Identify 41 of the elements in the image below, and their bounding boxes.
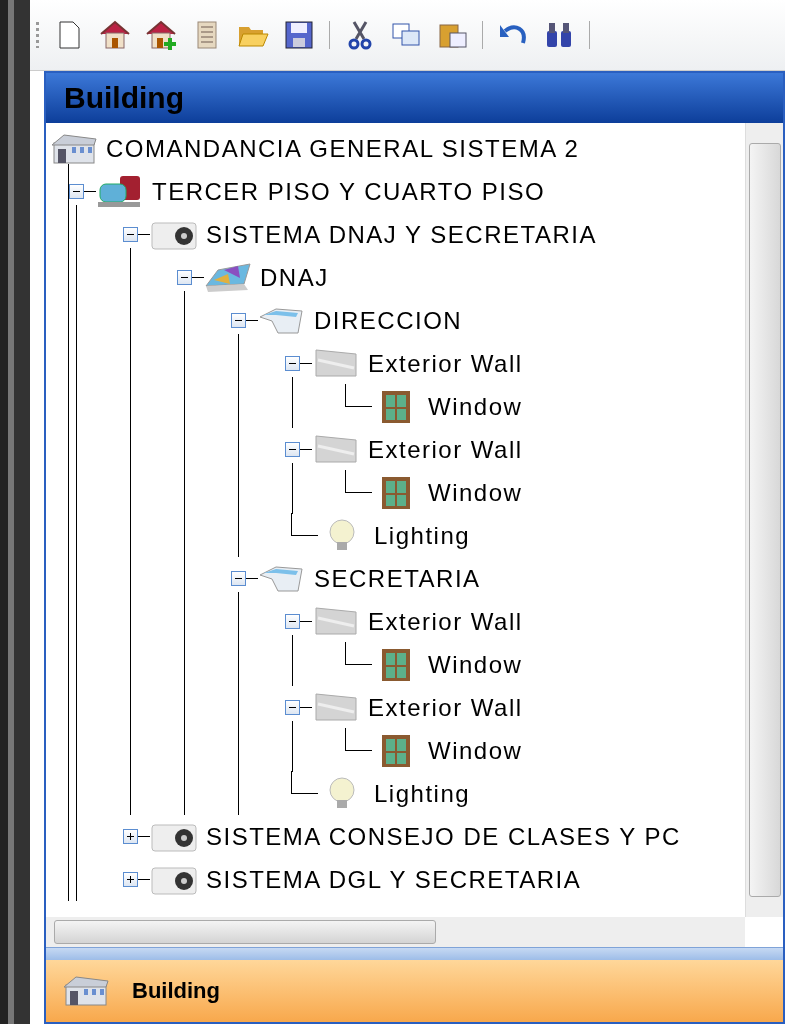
collapse-icon[interactable] xyxy=(69,184,84,199)
navigation-bar[interactable]: Building xyxy=(46,960,783,1022)
tree-item[interactable]: TERCER PISO Y CUARTO PISO xyxy=(152,177,546,206)
house-icon[interactable] xyxy=(99,19,131,51)
collapse-icon[interactable] xyxy=(285,614,300,629)
tree-item[interactable]: Window xyxy=(428,392,523,421)
tree-item[interactable]: DIRECCION xyxy=(314,306,463,335)
scroll-thumb[interactable] xyxy=(54,920,436,944)
collapse-icon[interactable] xyxy=(285,356,300,371)
horizontal-scrollbar[interactable] xyxy=(46,917,745,947)
house-add-icon[interactable] xyxy=(145,19,177,51)
collapse-icon[interactable] xyxy=(231,571,246,586)
save-icon[interactable] xyxy=(283,19,315,51)
collapse-icon[interactable] xyxy=(177,270,192,285)
tree-item[interactable]: Lighting xyxy=(374,521,471,550)
tree-item[interactable]: Window xyxy=(428,478,523,507)
collapse-icon[interactable] xyxy=(285,442,300,457)
expand-icon[interactable] xyxy=(123,872,138,887)
collapse-icon[interactable] xyxy=(231,313,246,328)
tree-item[interactable]: Lighting xyxy=(374,779,471,808)
tree-item[interactable]: COMANDANCIA GENERAL SISTEMA 2 xyxy=(106,134,580,163)
splitter-handle[interactable] xyxy=(46,947,783,960)
tree-item[interactable]: SECRETARIA xyxy=(314,564,481,593)
expand-icon[interactable] xyxy=(123,829,138,844)
tree-item[interactable]: Exterior Wall xyxy=(368,607,523,636)
tree-item[interactable]: SISTEMA DGL Y SECRETARIA xyxy=(206,865,582,894)
tree-item[interactable]: DNAJ xyxy=(260,263,329,292)
tree-item[interactable]: Exterior Wall xyxy=(368,435,523,464)
tree-item[interactable]: Window xyxy=(428,736,523,765)
tree-item[interactable]: Exterior Wall xyxy=(368,349,523,378)
tree-item[interactable]: SISTEMA DNAJ Y SECRETARIA xyxy=(206,220,597,249)
vertical-scrollbar[interactable] xyxy=(745,123,783,917)
navigation-label[interactable]: Building xyxy=(132,978,220,1004)
collapse-icon[interactable] xyxy=(123,227,138,242)
tree-item[interactable]: Exterior Wall xyxy=(368,693,523,722)
tree-item[interactable]: SISTEMA CONSEJO DE CLASES Y PC xyxy=(206,822,681,851)
collapse-icon[interactable] xyxy=(285,700,300,715)
scroll-thumb[interactable] xyxy=(748,143,781,897)
panel-title: Building xyxy=(46,73,783,123)
building-icon xyxy=(62,973,110,1009)
tree-item[interactable]: Window xyxy=(428,650,523,679)
